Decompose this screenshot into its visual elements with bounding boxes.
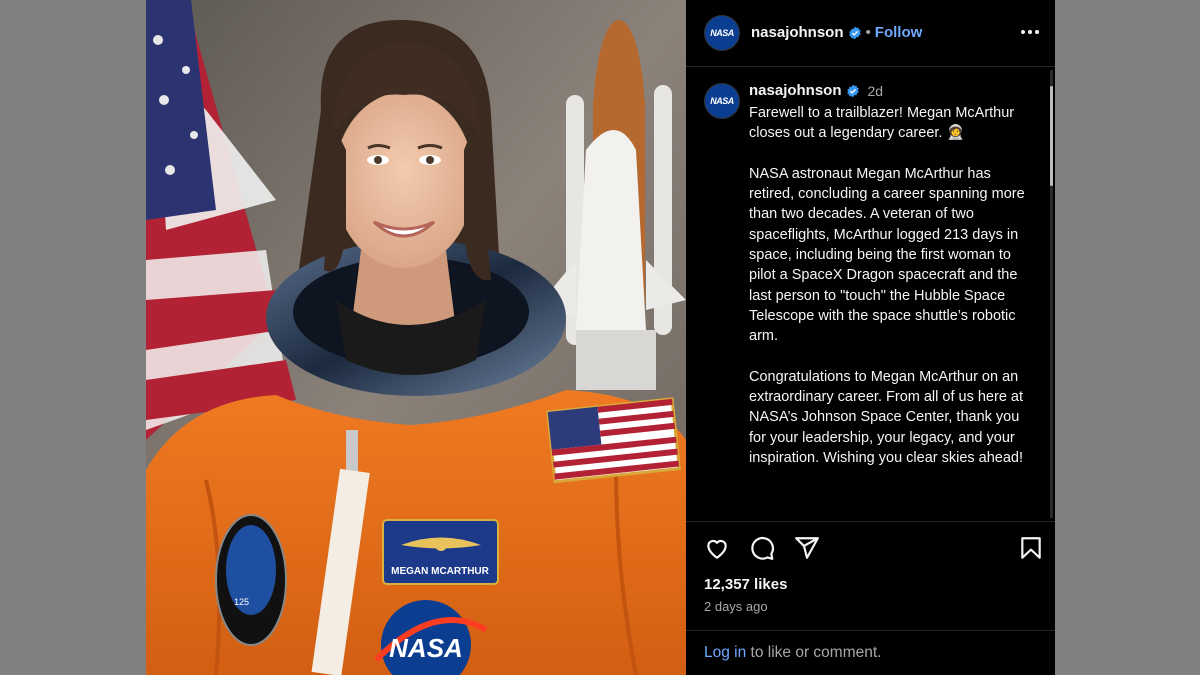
mission-number: 125	[234, 597, 249, 607]
caption-header: nasajohnson 2d	[749, 82, 883, 99]
caption-time: 2d	[867, 82, 884, 99]
astronaut-portrait: MEGAN MCARTHUR 125 NASA	[146, 0, 686, 675]
login-prompt: Log in to like or comment.	[686, 630, 1055, 675]
caption-username[interactable]: nasajohnson	[749, 82, 842, 99]
share-icon[interactable]	[792, 533, 822, 563]
caption-avatar-logo: NASA	[710, 96, 734, 106]
flag-patch	[546, 397, 681, 484]
name-tag: MEGAN MCARTHUR	[382, 519, 499, 585]
verified-badge-icon	[848, 26, 861, 39]
header-username-row: nasajohnson • Follow	[751, 24, 922, 41]
bookmark-icon[interactable]	[1016, 533, 1046, 563]
login-prompt-text: to like or comment.	[746, 644, 882, 661]
caption-avatar[interactable]: NASA	[704, 83, 740, 119]
post-modal: MEGAN MCARTHUR 125 NASA NASA nasajohnson…	[146, 0, 1055, 675]
avatar[interactable]: NASA	[704, 15, 740, 51]
comment-icon[interactable]	[747, 533, 777, 563]
post-photo[interactable]: MEGAN MCARTHUR 125 NASA	[146, 0, 686, 675]
follow-button[interactable]: Follow	[875, 24, 923, 41]
login-link[interactable]: Log in	[704, 644, 746, 661]
mission-patch: 125	[215, 514, 287, 646]
likes-count[interactable]: 12,357 likes	[704, 576, 787, 593]
caption-section: NASA nasajohnson 2d Farewell to a trailb…	[686, 68, 1055, 522]
header-username[interactable]: nasajohnson	[751, 24, 844, 41]
separator-dot: •	[865, 24, 871, 41]
heart-icon[interactable]	[702, 533, 732, 563]
name-tag-text: MEGAN MCARTHUR	[391, 566, 490, 577]
avatar-logo: NASA	[710, 28, 734, 38]
caption-text: Farewell to a trailblazer! Megan McArthu…	[749, 105, 1025, 467]
action-bar	[686, 533, 1055, 569]
caption-scrollbar[interactable]	[1050, 70, 1053, 518]
verified-badge-icon	[846, 84, 859, 97]
more-options-icon[interactable]	[1015, 20, 1045, 44]
post-side-panel: NASA nasajohnson • Follow NASA nasajohnso…	[686, 0, 1055, 675]
post-header: NASA nasajohnson • Follow	[686, 0, 1055, 67]
nasa-patch-logo: NASA	[389, 633, 463, 663]
post-date[interactable]: 2 days ago	[704, 599, 768, 614]
